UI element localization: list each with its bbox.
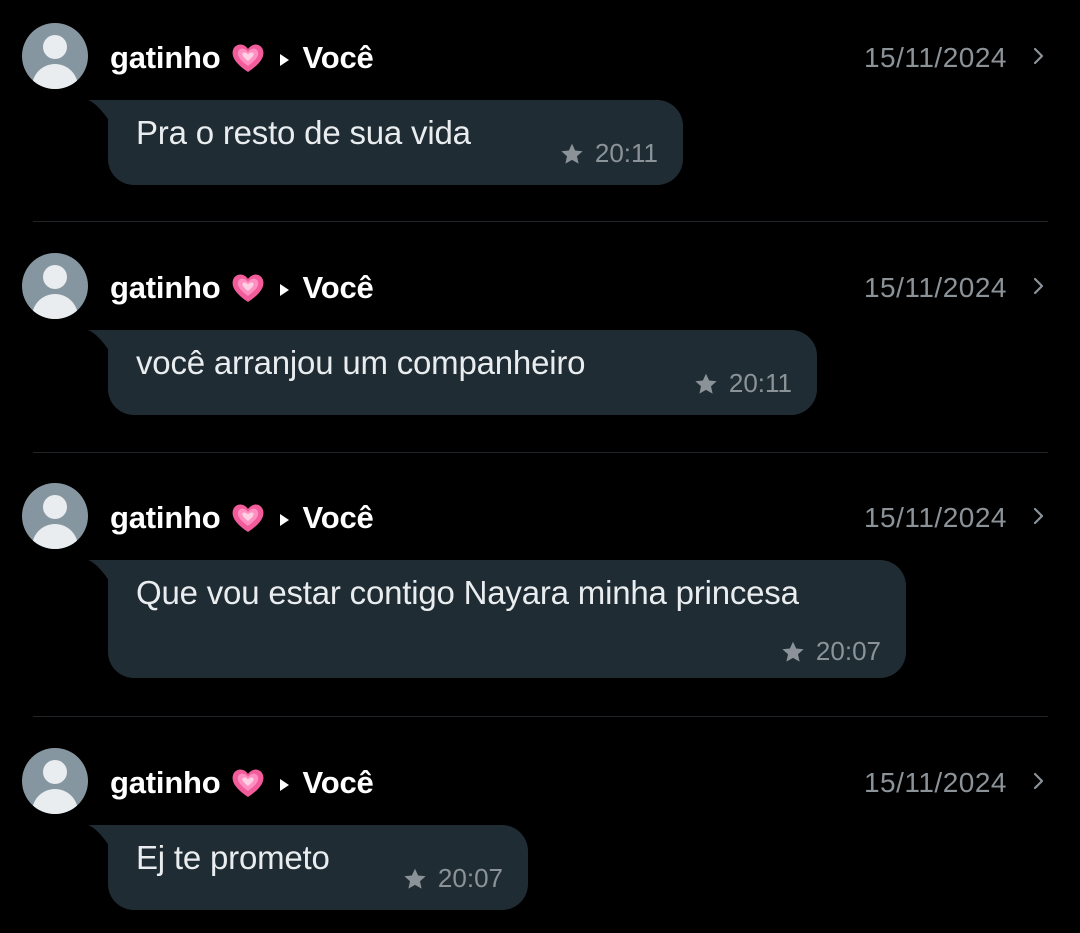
message-bubble[interactable]: Ej te prometo 20:07: [88, 825, 528, 910]
star-icon: [404, 868, 426, 889]
bubble-tail: [88, 100, 110, 122]
divider: [33, 452, 1048, 453]
star-icon: [561, 143, 583, 164]
sender-name: gatinho: [110, 765, 221, 800]
message-time: 20:11: [594, 138, 658, 168]
bubble-tail: [88, 560, 110, 582]
star-icon: [782, 641, 804, 662]
arrow-right-icon: [279, 283, 289, 296]
message-date: 15/11/2024: [863, 42, 1007, 73]
contact-avatar[interactable]: [22, 483, 88, 549]
message-header: gatinho Você: [110, 763, 374, 803]
sender-name: gatinho: [110, 40, 221, 75]
message-date: 15/11/2024: [863, 502, 1007, 533]
sender-name: gatinho: [110, 500, 221, 535]
divider: [33, 221, 1048, 222]
message-text: Que vou estar contigo Nayara minha princ…: [136, 574, 799, 611]
contact-avatar[interactable]: [22, 23, 88, 89]
recipient-name: Você: [302, 500, 374, 535]
contact-avatar[interactable]: [22, 253, 88, 319]
sender-name: gatinho: [110, 270, 221, 305]
bubble-tail: [88, 330, 110, 352]
chevron-right-icon[interactable]: [1032, 761, 1046, 801]
bubble-tail: [88, 825, 110, 847]
contact-avatar[interactable]: [22, 748, 88, 814]
message-bubble[interactable]: você arranjou um companheiro 20:11: [88, 330, 817, 415]
growing-heart-icon: [232, 44, 263, 72]
chevron-right-icon[interactable]: [1032, 36, 1046, 76]
growing-heart-icon: [232, 274, 263, 302]
message-time: 20:07: [815, 636, 881, 666]
message-header: gatinho Você: [110, 38, 374, 78]
star-icon: [695, 373, 717, 394]
message-time: 20:07: [437, 863, 503, 893]
message-date: 15/11/2024: [863, 272, 1007, 303]
message-meta: 20:11: [693, 368, 792, 399]
arrow-right-icon: [279, 53, 289, 66]
arrow-right-icon: [279, 513, 289, 526]
message-bubble[interactable]: Pra o resto de sua vida 20:11: [88, 100, 683, 185]
chevron-right-icon[interactable]: [1032, 266, 1046, 306]
message-meta: 20:07: [402, 863, 503, 894]
message-date: 15/11/2024: [863, 767, 1007, 798]
arrow-right-icon: [279, 778, 289, 791]
message-meta: 20:07: [780, 636, 881, 667]
divider: [33, 716, 1048, 717]
message-bubble[interactable]: Que vou estar contigo Nayara minha princ…: [88, 560, 906, 678]
message-time: 20:11: [728, 368, 792, 398]
recipient-name: Você: [302, 765, 374, 800]
message-header: gatinho Você: [110, 498, 374, 538]
growing-heart-icon: [232, 504, 263, 532]
message-meta: 20:11: [559, 138, 658, 169]
recipient-name: Você: [302, 40, 374, 75]
recipient-name: Você: [302, 270, 374, 305]
chevron-right-icon[interactable]: [1032, 496, 1046, 536]
message-text: Pra o resto de sua vida: [136, 114, 471, 151]
message-header: gatinho Você: [110, 268, 374, 308]
growing-heart-icon: [232, 769, 263, 797]
message-text: você arranjou um companheiro: [136, 344, 586, 381]
message-text: Ej te prometo: [136, 839, 330, 876]
